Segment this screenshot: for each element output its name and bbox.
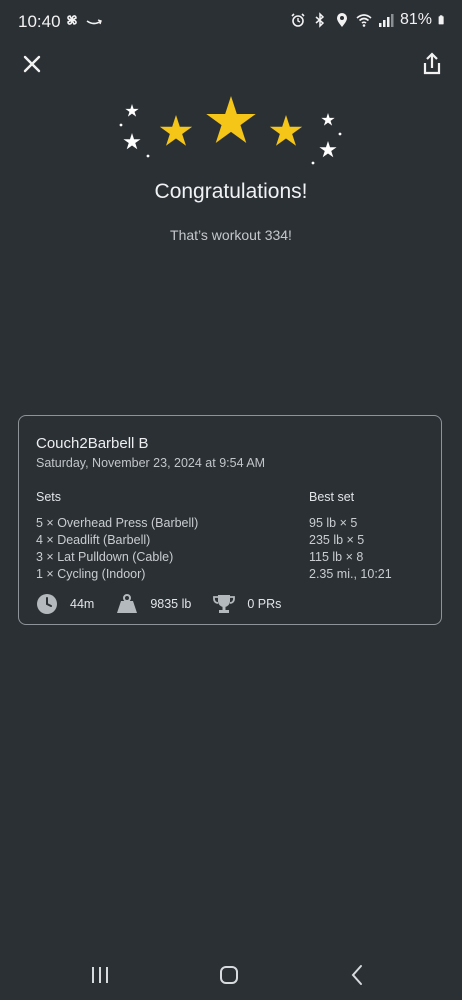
sparkle-star-icon	[123, 133, 141, 150]
sparkle-dot	[311, 161, 315, 165]
share-icon[interactable]	[418, 50, 446, 78]
exercise-row: 1 × Cycling (Indoor) 2.35 mi., 10:21	[36, 567, 431, 584]
exercise-sets: 3 × Lat Pulldown (Cable)	[36, 550, 174, 564]
back-icon[interactable]	[343, 960, 373, 990]
volume-value: 9835 lb	[150, 597, 192, 611]
sparkle-star-icon	[319, 141, 337, 158]
sparkle-star-icon	[125, 104, 139, 117]
battery-icon	[438, 15, 444, 25]
clock-icon	[37, 594, 57, 614]
recents-icon[interactable]	[85, 960, 115, 990]
exercise-row: 4 × Deadlift (Barbell) 235 lb × 5	[36, 533, 431, 550]
sparkle-dot	[146, 154, 150, 158]
status-bar: 10:40 81%	[0, 0, 462, 42]
sparkle-dot	[119, 123, 123, 127]
exercise-sets: 5 × Overhead Press (Barbell)	[36, 516, 199, 530]
signal-icon	[378, 14, 394, 27]
battery-percent: 81%	[399, 11, 432, 28]
alarm-icon	[291, 13, 305, 27]
exercise-best-set: 2.35 mi., 10:21	[309, 567, 392, 581]
status-time: 10:40	[18, 12, 61, 31]
prs-stat: 0 PRs	[213, 593, 281, 615]
exercise-best-set: 115 lb × 8	[309, 550, 364, 564]
workout-date: Saturday, November 23, 2024 at 9:54 AM	[36, 456, 266, 470]
prs-value: 0 PRs	[247, 597, 282, 611]
weight-icon	[117, 594, 138, 613]
sparkle-star-icon	[321, 113, 335, 126]
exercise-sets: 1 × Cycling (Indoor)	[36, 567, 146, 581]
home-icon[interactable]	[214, 960, 244, 990]
star-icon	[159, 115, 193, 146]
workout-count-subtitle: That’s workout 334!	[170, 227, 292, 243]
top-bar	[0, 44, 462, 84]
star-icon	[269, 115, 303, 146]
exercise-list: 5 × Overhead Press (Barbell) 95 lb × 5 4…	[36, 516, 431, 584]
system-nav-bar	[0, 950, 462, 1000]
celebration-stars	[119, 96, 342, 165]
workout-name: Couch2Barbell B	[36, 435, 149, 452]
exercise-best-set: 95 lb × 5	[309, 516, 358, 530]
trophy-icon	[213, 595, 236, 613]
volume-stat: 9835 lb	[116, 593, 191, 615]
sparkle-dot	[338, 132, 342, 136]
bluetooth-icon	[315, 12, 325, 28]
duration-stat: 44m	[36, 593, 94, 615]
workout-summary-card[interactable]: Couch2Barbell B Saturday, November 23, 2…	[18, 415, 442, 625]
best-set-column-header: Best set	[309, 490, 355, 504]
duration-value: 44m	[70, 597, 95, 611]
exercise-row: 3 × Lat Pulldown (Cable) 115 lb × 8	[36, 550, 431, 567]
wifi-icon	[356, 14, 372, 27]
congratulations-title: Congratulations!	[154, 180, 308, 203]
amazon-icon	[86, 19, 102, 25]
location-icon	[336, 13, 347, 27]
exercise-row: 5 × Overhead Press (Barbell) 95 lb × 5	[36, 516, 431, 533]
close-icon[interactable]	[18, 50, 46, 78]
workout-stats: 44m 9835 lb 0 PRs	[36, 593, 303, 615]
pinwheel-icon	[67, 15, 77, 25]
sets-column-header: Sets	[36, 490, 62, 504]
exercise-best-set: 235 lb × 5	[309, 533, 365, 547]
exercise-sets: 4 × Deadlift (Barbell)	[36, 533, 151, 547]
star-icon	[206, 96, 256, 144]
